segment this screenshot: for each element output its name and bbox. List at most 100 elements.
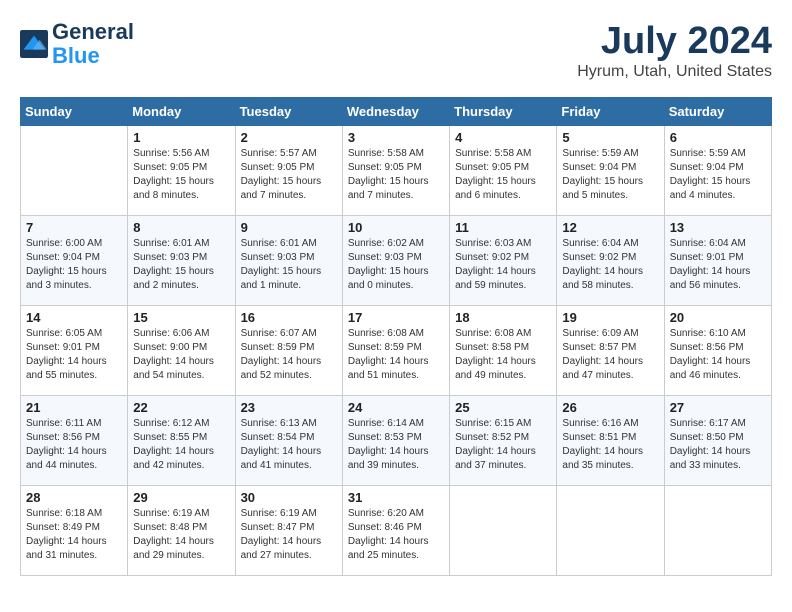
day-number: 14: [26, 310, 122, 325]
calendar-cell: 7 Sunrise: 6:00 AM Sunset: 9:04 PM Daylig…: [21, 216, 128, 306]
calendar-cell: 20 Sunrise: 6:10 AM Sunset: 8:56 PM Dayli…: [664, 306, 771, 396]
weekday-header-row: SundayMondayTuesdayWednesdayThursdayFrid…: [21, 98, 772, 126]
day-number: 24: [348, 400, 444, 415]
day-number: 13: [670, 220, 766, 235]
day-info: Sunrise: 5:58 AM Sunset: 9:05 PM Dayligh…: [348, 147, 444, 203]
day-info: Sunrise: 6:14 AM Sunset: 8:53 PM Dayligh…: [348, 417, 444, 473]
weekday-header-saturday: Saturday: [664, 98, 771, 126]
day-number: 10: [348, 220, 444, 235]
day-number: 5: [562, 130, 658, 145]
day-info: Sunrise: 6:04 AM Sunset: 9:01 PM Dayligh…: [670, 237, 766, 293]
day-info: Sunrise: 6:01 AM Sunset: 9:03 PM Dayligh…: [241, 237, 337, 293]
day-info: Sunrise: 6:07 AM Sunset: 8:59 PM Dayligh…: [241, 327, 337, 383]
day-info: Sunrise: 6:19 AM Sunset: 8:48 PM Dayligh…: [133, 507, 229, 563]
calendar-week-row: 21 Sunrise: 6:11 AM Sunset: 8:56 PM Dayli…: [21, 396, 772, 486]
day-number: 2: [241, 130, 337, 145]
day-number: 29: [133, 490, 229, 505]
calendar-cell: [21, 126, 128, 216]
logo-icon: [20, 30, 48, 58]
calendar-week-row: 14 Sunrise: 6:05 AM Sunset: 9:01 PM Dayli…: [21, 306, 772, 396]
day-number: 1: [133, 130, 229, 145]
day-number: 20: [670, 310, 766, 325]
day-number: 31: [348, 490, 444, 505]
day-number: 7: [26, 220, 122, 235]
calendar-cell: 10 Sunrise: 6:02 AM Sunset: 9:03 PM Dayli…: [342, 216, 449, 306]
logo-text: General Blue: [52, 20, 134, 68]
day-info: Sunrise: 6:08 AM Sunset: 8:59 PM Dayligh…: [348, 327, 444, 383]
day-info: Sunrise: 6:03 AM Sunset: 9:02 PM Dayligh…: [455, 237, 551, 293]
day-number: 17: [348, 310, 444, 325]
day-info: Sunrise: 6:01 AM Sunset: 9:03 PM Dayligh…: [133, 237, 229, 293]
day-info: Sunrise: 6:12 AM Sunset: 8:55 PM Dayligh…: [133, 417, 229, 473]
calendar-table: SundayMondayTuesdayWednesdayThursdayFrid…: [20, 97, 772, 576]
calendar-cell: 16 Sunrise: 6:07 AM Sunset: 8:59 PM Dayli…: [235, 306, 342, 396]
day-number: 3: [348, 130, 444, 145]
day-info: Sunrise: 5:58 AM Sunset: 9:05 PM Dayligh…: [455, 147, 551, 203]
calendar-cell: 22Sunrise: 6:12 AM Sunset: 8:55 PM Dayli…: [128, 396, 235, 486]
calendar-cell: 26Sunrise: 6:16 AM Sunset: 8:51 PM Dayli…: [557, 396, 664, 486]
weekday-header-tuesday: Tuesday: [235, 98, 342, 126]
month-title: July 2024: [577, 20, 772, 63]
calendar-cell: 21 Sunrise: 6:11 AM Sunset: 8:56 PM Dayli…: [21, 396, 128, 486]
day-number: 6: [670, 130, 766, 145]
calendar-week-row: 7 Sunrise: 6:00 AM Sunset: 9:04 PM Daylig…: [21, 216, 772, 306]
calendar-cell: 15 Sunrise: 6:06 AM Sunset: 9:00 PM Dayli…: [128, 306, 235, 396]
day-number: 8: [133, 220, 229, 235]
calendar-cell: 25Sunrise: 6:15 AM Sunset: 8:52 PM Dayli…: [450, 396, 557, 486]
calendar-cell: 11 Sunrise: 6:03 AM Sunset: 9:02 PM Dayli…: [450, 216, 557, 306]
day-info: Sunrise: 5:59 AM Sunset: 9:04 PM Dayligh…: [670, 147, 766, 203]
calendar-cell: [450, 486, 557, 576]
page-header: General Blue July 2024 Hyrum, Utah, Unit…: [20, 20, 772, 81]
calendar-cell: 2 Sunrise: 5:57 AM Sunset: 9:05 PM Daylig…: [235, 126, 342, 216]
calendar-cell: 14 Sunrise: 6:05 AM Sunset: 9:01 PM Dayli…: [21, 306, 128, 396]
day-number: 30: [241, 490, 337, 505]
day-info: Sunrise: 5:56 AM Sunset: 9:05 PM Dayligh…: [133, 147, 229, 203]
location: Hyrum, Utah, United States: [577, 63, 772, 81]
calendar-week-row: 1 Sunrise: 5:56 AM Sunset: 9:05 PM Daylig…: [21, 126, 772, 216]
day-number: 19: [562, 310, 658, 325]
day-info: Sunrise: 6:08 AM Sunset: 8:58 PM Dayligh…: [455, 327, 551, 383]
day-number: 12: [562, 220, 658, 235]
day-number: 28: [26, 490, 122, 505]
calendar-cell: 8 Sunrise: 6:01 AM Sunset: 9:03 PM Daylig…: [128, 216, 235, 306]
day-number: 16: [241, 310, 337, 325]
calendar-cell: 1 Sunrise: 5:56 AM Sunset: 9:05 PM Daylig…: [128, 126, 235, 216]
calendar-cell: 24 Sunrise: 6:14 AM Sunset: 8:53 PM Dayli…: [342, 396, 449, 486]
day-info: Sunrise: 6:05 AM Sunset: 9:01 PM Dayligh…: [26, 327, 122, 383]
logo: General Blue: [20, 20, 134, 68]
calendar-cell: 31Sunrise: 6:20 AM Sunset: 8:46 PM Dayli…: [342, 486, 449, 576]
day-info: Sunrise: 6:11 AM Sunset: 8:56 PM Dayligh…: [26, 417, 122, 473]
day-number: 23: [241, 400, 337, 415]
calendar-cell: 23 Sunrise: 6:13 AM Sunset: 8:54 PM Dayli…: [235, 396, 342, 486]
day-info: Sunrise: 6:02 AM Sunset: 9:03 PM Dayligh…: [348, 237, 444, 293]
calendar-week-row: 28 Sunrise: 6:18 AM Sunset: 8:49 PM Dayli…: [21, 486, 772, 576]
day-info: Sunrise: 6:17 AM Sunset: 8:50 PM Dayligh…: [670, 417, 766, 473]
day-number: 27: [670, 400, 766, 415]
calendar-cell: 4Sunrise: 5:58 AM Sunset: 9:05 PM Daylig…: [450, 126, 557, 216]
day-info: Sunrise: 6:06 AM Sunset: 9:00 PM Dayligh…: [133, 327, 229, 383]
day-number: 9: [241, 220, 337, 235]
day-info: Sunrise: 6:10 AM Sunset: 8:56 PM Dayligh…: [670, 327, 766, 383]
day-info: Sunrise: 6:13 AM Sunset: 8:54 PM Dayligh…: [241, 417, 337, 473]
day-info: Sunrise: 5:59 AM Sunset: 9:04 PM Dayligh…: [562, 147, 658, 203]
day-number: 15: [133, 310, 229, 325]
calendar-cell: 29 Sunrise: 6:19 AM Sunset: 8:48 PM Dayli…: [128, 486, 235, 576]
calendar-cell: [557, 486, 664, 576]
calendar-cell: 12Sunrise: 6:04 AM Sunset: 9:02 PM Dayli…: [557, 216, 664, 306]
calendar-cell: 13 Sunrise: 6:04 AM Sunset: 9:01 PM Dayli…: [664, 216, 771, 306]
day-info: Sunrise: 6:09 AM Sunset: 8:57 PM Dayligh…: [562, 327, 658, 383]
day-info: Sunrise: 5:57 AM Sunset: 9:05 PM Dayligh…: [241, 147, 337, 203]
calendar-cell: 3 Sunrise: 5:58 AM Sunset: 9:05 PM Daylig…: [342, 126, 449, 216]
day-number: 25: [455, 400, 551, 415]
day-number: 21: [26, 400, 122, 415]
calendar-cell: 19 Sunrise: 6:09 AM Sunset: 8:57 PM Dayli…: [557, 306, 664, 396]
calendar-cell: 5 Sunrise: 5:59 AM Sunset: 9:04 PM Daylig…: [557, 126, 664, 216]
day-info: Sunrise: 6:19 AM Sunset: 8:47 PM Dayligh…: [241, 507, 337, 563]
day-info: Sunrise: 6:00 AM Sunset: 9:04 PM Dayligh…: [26, 237, 122, 293]
day-number: 11: [455, 220, 551, 235]
calendar-cell: 28 Sunrise: 6:18 AM Sunset: 8:49 PM Dayli…: [21, 486, 128, 576]
calendar-cell: 6 Sunrise: 5:59 AM Sunset: 9:04 PM Daylig…: [664, 126, 771, 216]
day-info: Sunrise: 6:18 AM Sunset: 8:49 PM Dayligh…: [26, 507, 122, 563]
calendar-cell: 27 Sunrise: 6:17 AM Sunset: 8:50 PM Dayli…: [664, 396, 771, 486]
day-number: 26: [562, 400, 658, 415]
